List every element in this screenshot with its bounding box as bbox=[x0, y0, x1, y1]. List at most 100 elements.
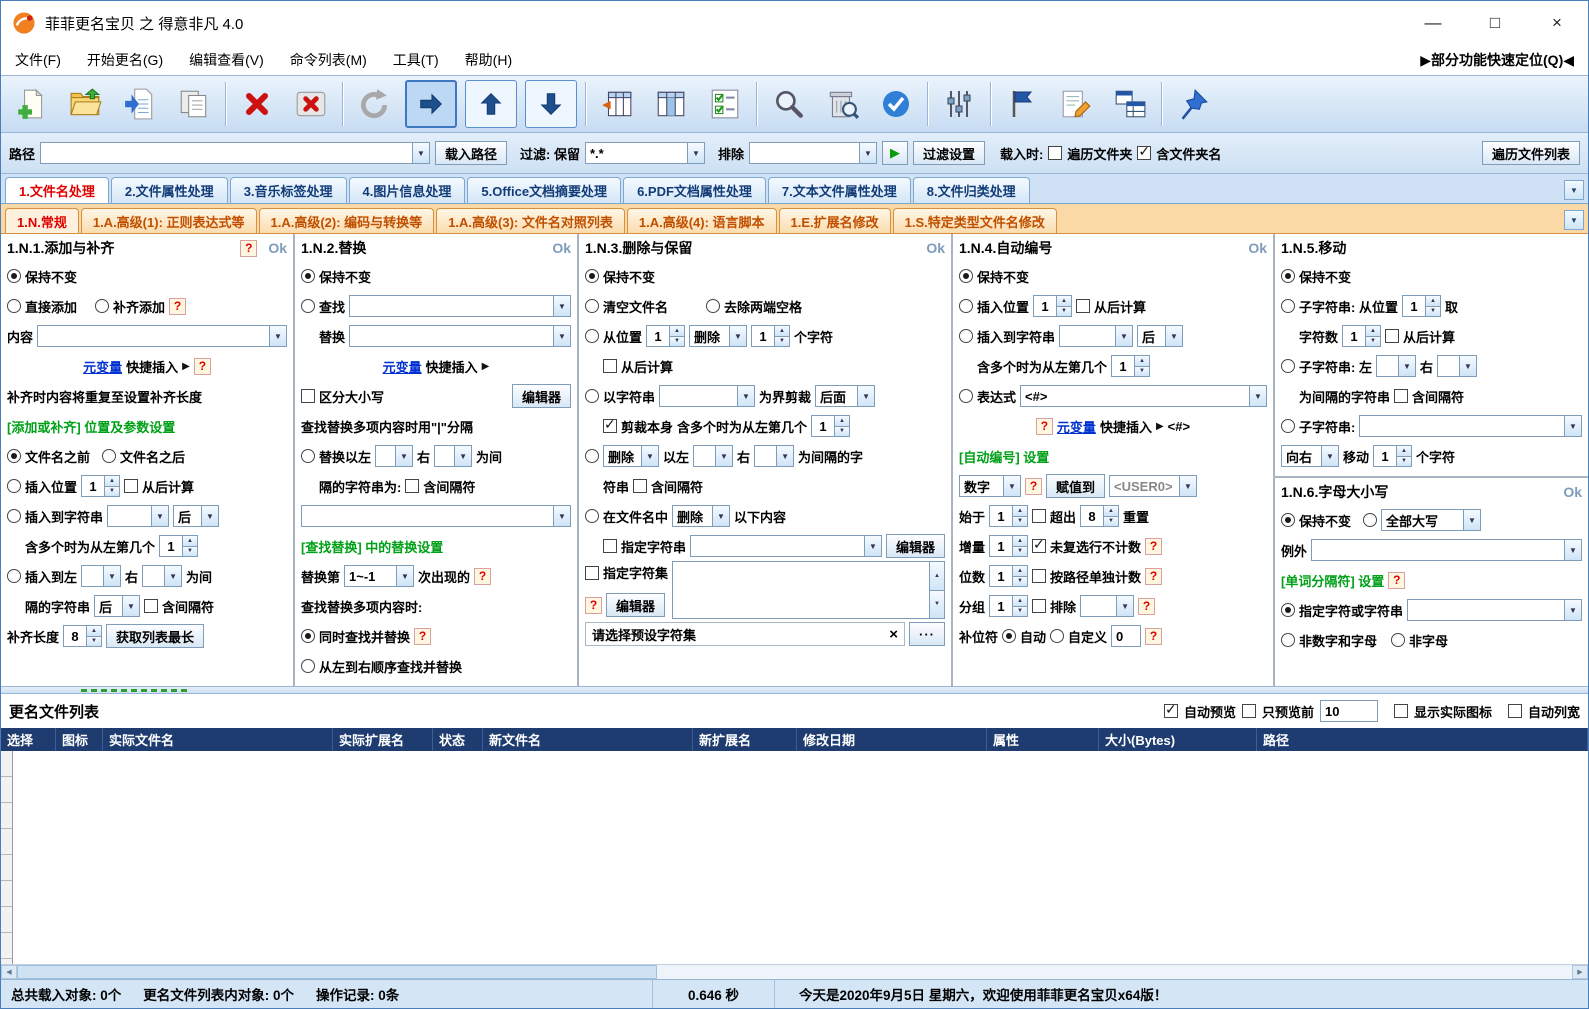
toolbar-move-up-button[interactable] bbox=[465, 80, 517, 128]
sep-side-combobox[interactable]: 后 ▼ bbox=[94, 595, 141, 617]
toolbar-move-right-button[interactable] bbox=[405, 80, 457, 128]
exclude-combobox[interactable]: ▼ bbox=[749, 142, 877, 164]
dropdown-arrow-icon[interactable]: ▼ bbox=[737, 386, 755, 406]
spin-down-icon[interactable]: ▼ bbox=[835, 425, 850, 436]
horizontal-scrollbar[interactable]: ◀ ▶ bbox=[1, 964, 1588, 979]
auto-col-width-checkbox[interactable] bbox=[1507, 704, 1522, 718]
toolbar-apply-button[interactable] bbox=[873, 80, 919, 128]
traverse-folders-checkbox[interactable] bbox=[1048, 146, 1063, 160]
from-end-checkbox[interactable] bbox=[1076, 299, 1091, 313]
insert-pos-spinner[interactable]: 1 ▲ ▼ bbox=[1033, 295, 1073, 317]
sub-tab[interactable]: 1.A.高级(1): 正则表达式等 bbox=[80, 208, 257, 233]
dropdown-arrow-icon[interactable]: ▼ bbox=[857, 386, 875, 406]
overflow-checkbox[interactable] bbox=[1032, 509, 1047, 523]
expression-radio[interactable] bbox=[959, 389, 973, 403]
increment-spinner[interactable]: 1 ▲ ▼ bbox=[989, 535, 1029, 557]
spin-down-icon[interactable]: ▼ bbox=[1135, 365, 1150, 376]
spin-up-icon[interactable]: ▲ bbox=[1104, 506, 1119, 516]
simultaneous-radio[interactable] bbox=[301, 629, 315, 643]
toolbar-delete-button[interactable] bbox=[234, 80, 280, 128]
digits-spinner[interactable]: 1 ▲ ▼ bbox=[989, 565, 1029, 587]
traverse-file-list-button[interactable]: 遍历文件列表 bbox=[1481, 141, 1580, 165]
toolbar-batch-tables-button[interactable] bbox=[1107, 80, 1153, 128]
case-mode-combobox[interactable]: 全部大写 ▼ bbox=[1381, 509, 1482, 531]
spin-up-icon[interactable]: ▲ bbox=[1013, 566, 1028, 576]
sub-tab[interactable]: 1.S.特定类型文件名修改 bbox=[892, 208, 1057, 233]
from-pos-spinner[interactable]: 1 ▲ ▼ bbox=[646, 325, 686, 347]
after-name-radio[interactable] bbox=[102, 449, 117, 463]
dropdown-arrow-icon[interactable]: ▼ bbox=[396, 566, 414, 586]
help-button[interactable]: ? bbox=[193, 357, 211, 375]
in-name-radio[interactable] bbox=[585, 509, 599, 523]
insert-string-combobox[interactable]: ▼ bbox=[107, 505, 170, 527]
spin-down-icon[interactable]: ▼ bbox=[1057, 305, 1072, 316]
include-folder-name-checkbox[interactable] bbox=[1137, 143, 1152, 160]
toolbar-pin-button[interactable] bbox=[1170, 80, 1216, 128]
dropdown-arrow-icon[interactable]: ▼ bbox=[151, 506, 169, 526]
per-path-checkbox[interactable] bbox=[1032, 569, 1047, 583]
charset-textarea[interactable]: ▲ ▼ bbox=[672, 561, 945, 619]
spin-up-icon[interactable]: ▲ bbox=[1013, 536, 1028, 546]
dropdown-arrow-icon[interactable]: ▼ bbox=[1003, 476, 1020, 496]
help-button[interactable]: ? bbox=[1025, 477, 1042, 495]
toolbar-refresh-button[interactable] bbox=[351, 80, 397, 128]
substring-pos-radio[interactable] bbox=[1281, 299, 1295, 313]
include-sep-checkbox[interactable] bbox=[144, 599, 159, 613]
dropdown-arrow-icon[interactable]: ▼ bbox=[1249, 386, 1266, 406]
in-name-mode-combobox[interactable]: 删除 ▼ bbox=[672, 505, 731, 527]
menu-start-rename[interactable]: 开始更名(G) bbox=[87, 50, 163, 70]
from-end-checkbox[interactable] bbox=[1385, 329, 1400, 343]
preview-first-checkbox[interactable] bbox=[1241, 704, 1256, 718]
menu-help[interactable]: 帮助(H) bbox=[465, 50, 512, 70]
insert-pos-spinner[interactable]: 1 ▲ ▼ bbox=[81, 475, 121, 497]
menu-tools[interactable]: 工具(T) bbox=[393, 50, 439, 70]
main-tab[interactable]: 3.音乐标签处理 bbox=[229, 177, 347, 203]
multi-index-spinner[interactable]: 1 ▲ ▼ bbox=[159, 535, 199, 557]
replacement-combobox[interactable]: ▼ bbox=[301, 505, 571, 527]
close-button[interactable]: × bbox=[1526, 1, 1588, 45]
sub-tab[interactable]: 1.A.高级(2): 编码与转换等 bbox=[258, 208, 435, 233]
spin-down-icon[interactable]: ▼ bbox=[1013, 515, 1028, 526]
help-button[interactable]: ? bbox=[1145, 537, 1163, 555]
dropdown-arrow-icon[interactable]: ▼ bbox=[122, 596, 140, 616]
replace-combobox[interactable]: ▼ bbox=[349, 325, 571, 347]
before-name-radio[interactable] bbox=[7, 449, 21, 463]
spin-down-icon[interactable]: ▼ bbox=[1104, 515, 1119, 526]
menu-file[interactable]: 文件(F) bbox=[15, 50, 61, 70]
spin-up-icon[interactable]: ▲ bbox=[183, 536, 198, 546]
group-spinner[interactable]: 1 ▲ ▼ bbox=[989, 595, 1029, 617]
spin-up-icon[interactable]: ▲ bbox=[670, 326, 685, 336]
char-count-spinner[interactable]: 1 ▲ ▼ bbox=[1342, 325, 1382, 347]
clear-x-icon[interactable]: × bbox=[889, 626, 898, 643]
help-button[interactable]: ? bbox=[1138, 597, 1156, 615]
dropdown-arrow-icon[interactable]: ▼ bbox=[1564, 600, 1581, 620]
toolbar-move-down-button[interactable] bbox=[525, 80, 577, 128]
assign-target-combobox[interactable]: <USER0> ▼ bbox=[1109, 475, 1198, 497]
help-button[interactable]: ? bbox=[1145, 567, 1163, 585]
expression-combobox[interactable]: <#> ▼ bbox=[1020, 385, 1267, 407]
menu-edit-view[interactable]: 编辑查看(V) bbox=[189, 50, 264, 70]
toolbar-open-folder-button[interactable] bbox=[63, 80, 109, 128]
column-header[interactable]: 属性 bbox=[987, 728, 1099, 751]
non-alnum-radio[interactable] bbox=[1281, 633, 1295, 647]
minimize-button[interactable]: — bbox=[1402, 1, 1464, 45]
delete-between-radio[interactable] bbox=[585, 449, 599, 463]
spin-up-icon[interactable]: ▲ bbox=[1425, 296, 1440, 306]
exclude-checkbox[interactable] bbox=[1032, 599, 1047, 613]
left-string-combobox[interactable]: ▼ bbox=[693, 445, 734, 467]
dropdown-arrow-icon[interactable]: ▼ bbox=[1458, 356, 1476, 376]
help-button[interactable]: ? bbox=[1145, 627, 1163, 645]
preview-first-input[interactable]: 10 bbox=[1319, 700, 1378, 722]
column-header[interactable]: 新文件名 bbox=[483, 728, 693, 751]
column-header[interactable]: 状态 bbox=[433, 728, 483, 751]
toolbar-columns-button[interactable] bbox=[648, 80, 694, 128]
toolbar-edit-list-button[interactable] bbox=[1053, 80, 1099, 128]
spec-chars-radio[interactable] bbox=[1281, 603, 1295, 617]
column-header[interactable]: 新扩展名 bbox=[693, 728, 797, 751]
main-tab[interactable]: 6.PDF文档属性处理 bbox=[623, 177, 766, 203]
case-sensitive-checkbox[interactable] bbox=[301, 389, 315, 403]
load-path-button[interactable]: 载入路径 bbox=[435, 141, 508, 165]
toolbar-insert-columns-button[interactable] bbox=[594, 80, 640, 128]
crop-self-checkbox[interactable] bbox=[603, 416, 617, 433]
filter-settings-button[interactable]: 过滤设置 bbox=[913, 141, 986, 165]
